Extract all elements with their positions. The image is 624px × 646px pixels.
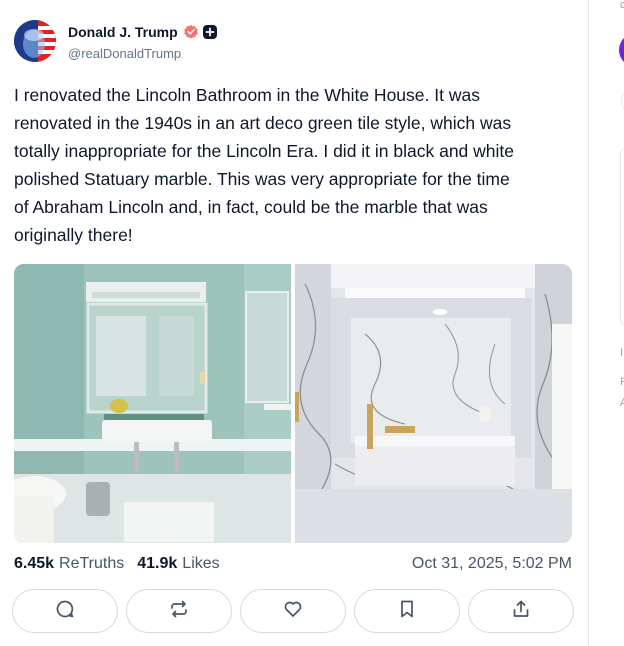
post-text: I renovated the Lincoln Bathroom in the … — [14, 85, 515, 245]
share-icon — [511, 599, 531, 624]
author-display-name[interactable]: Donald J. Trump — [68, 24, 178, 40]
like-button[interactable] — [240, 589, 346, 633]
sidebar-avatar[interactable] — [619, 34, 624, 66]
retruths-count: 6.45k — [14, 555, 55, 572]
media-image-marble-bathroom[interactable] — [295, 264, 572, 543]
likes-count: 41.9k — [137, 555, 178, 572]
retruths-label: ReTruths — [59, 555, 125, 572]
retruth-button[interactable] — [126, 589, 232, 633]
post-stats: 6.45k ReTruths 41.9k Likes Oct 31, 2025, 5… — [14, 554, 572, 574]
sidebar-fragment: c — [620, 0, 624, 11]
sidebar-fragment: I — [620, 347, 624, 359]
sidebar-fragment: F — [620, 376, 624, 388]
action-bar — [12, 589, 574, 633]
verified-badge-icon — [183, 24, 199, 40]
author-name-row: Donald J. Trump — [68, 23, 218, 41]
heart-icon — [283, 599, 303, 624]
retruth-icon — [169, 599, 189, 624]
right-sidebar-edge: c I F A — [589, 0, 624, 646]
likes-label: Likes — [182, 555, 220, 572]
bookmark-button[interactable] — [354, 589, 460, 633]
avatar[interactable] — [14, 20, 56, 62]
likes-stat[interactable]: 41.9k Likes — [137, 555, 219, 573]
bookmark-icon — [397, 599, 417, 624]
reply-button[interactable] — [12, 589, 118, 633]
post-media — [14, 264, 572, 543]
plus-badge-icon — [202, 24, 218, 40]
sidebar-card — [620, 148, 624, 326]
reply-icon — [55, 599, 75, 624]
post-card: Donald J. Trump @realDonaldTrump I renov… — [0, 0, 588, 646]
post-timestamp[interactable]: Oct 31, 2025, 5:02 PM — [412, 555, 572, 573]
media-image-green-bathroom[interactable] — [14, 264, 291, 543]
share-button[interactable] — [468, 589, 574, 633]
retruths-stat[interactable]: 6.45k ReTruths — [14, 555, 124, 573]
author-handle[interactable]: @realDonaldTrump — [68, 46, 181, 61]
sidebar-fragment: A — [620, 397, 624, 409]
